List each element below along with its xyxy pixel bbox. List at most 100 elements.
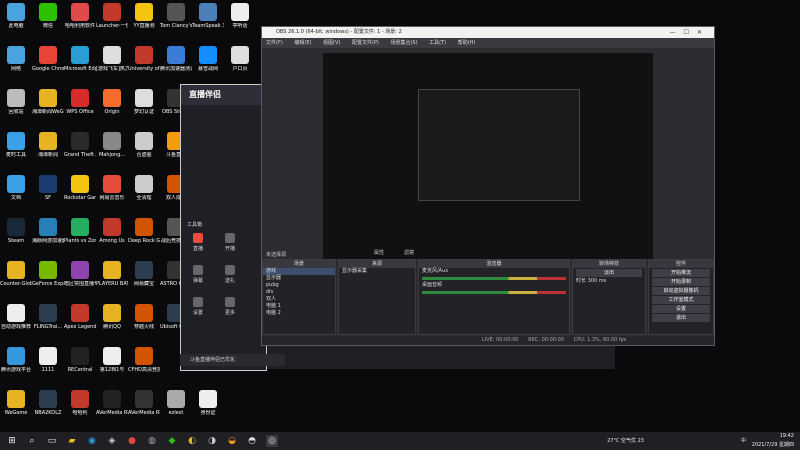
- desktop-icon[interactable]: Grand Theft Auto V: [64, 132, 96, 176]
- menu-tools[interactable]: 工具(T): [429, 40, 446, 46]
- desktop-icon[interactable]: 湘潭新闻WeGame: [32, 89, 64, 133]
- desktop-icon[interactable]: CFHD高清竞技大区: [128, 347, 160, 391]
- chrome-icon[interactable]: ●: [126, 435, 138, 447]
- obs-taskbar-icon[interactable]: ◎: [266, 435, 278, 447]
- scene-item[interactable]: 双人: [263, 296, 335, 303]
- desktop-icon[interactable]: Rockstar Games...: [64, 175, 96, 219]
- desktop-icon[interactable]: TeamSpeak 3: [192, 3, 224, 47]
- menu-file[interactable]: 文件(F): [266, 40, 283, 46]
- douyu-icon[interactable]: ◒: [226, 435, 238, 447]
- desktop-icon[interactable]: Tom Clancy's R...: [160, 3, 192, 47]
- scene-item[interactable]: 游戏: [263, 268, 335, 275]
- desktop-icon[interactable]: 梦幻认证: [128, 89, 160, 133]
- desktop-icon[interactable]: Counter-Global Off...: [0, 261, 32, 305]
- desktop-icon[interactable]: 身份证: [192, 390, 224, 434]
- desktop-icon[interactable]: YY直播测: [128, 3, 160, 47]
- ime-indicator[interactable]: 中: [741, 437, 746, 444]
- menu-view[interactable]: 视图(V): [323, 40, 340, 46]
- desktop-icon[interactable]: 哈哈利: [64, 390, 96, 434]
- desktop-icon[interactable]: WPS Office: [64, 89, 96, 133]
- desktop-icon[interactable]: 全清理: [128, 175, 160, 219]
- steam-icon[interactable]: ◍: [146, 435, 158, 447]
- assistant-item-start[interactable]: 开播: [215, 233, 245, 252]
- source-item[interactable]: 显示器采集: [339, 268, 415, 275]
- desktop-icon[interactable]: 文档: [0, 175, 32, 219]
- scene-item[interactable]: 电脑 1: [263, 303, 335, 310]
- weather-text[interactable]: 27°C 空气优 23: [607, 437, 644, 444]
- desktop-icon[interactable]: Launcher-一快速方式: [96, 3, 128, 47]
- mixer-meter[interactable]: [422, 291, 566, 294]
- menu-help[interactable]: 帮助(H): [458, 40, 476, 46]
- desktop-icon[interactable]: 网易藏宝: [128, 261, 160, 305]
- desktop-icon[interactable]: WeGame: [0, 390, 32, 434]
- date-text[interactable]: 2021/7/29 星期四: [752, 441, 794, 448]
- transition-select[interactable]: 淡出: [576, 269, 642, 277]
- desktop-icon[interactable]: Microsoft Edge: [64, 46, 96, 90]
- desktop-icon[interactable]: 1111: [32, 347, 64, 391]
- desktop-icon[interactable]: 暗区突围直播专用: [64, 261, 96, 305]
- desktop-icon[interactable]: 腾讯QQ: [96, 304, 128, 348]
- desktop-icon[interactable]: 网易云音乐: [96, 175, 128, 219]
- desktop-icon[interactable]: 回收站: [0, 89, 32, 133]
- desktop-icon[interactable]: University of Manitoba: [128, 46, 160, 90]
- exit-button[interactable]: 退出: [652, 314, 710, 322]
- task-view-icon[interactable]: ▭: [46, 435, 58, 447]
- studio-mode-button[interactable]: 工作室模式: [652, 296, 710, 304]
- mixer-meter[interactable]: [422, 277, 566, 280]
- desktop-icon[interactable]: 网络: [0, 46, 32, 90]
- desktop-icon[interactable]: RECentral: [64, 347, 96, 391]
- desktop-icon[interactable]: NBA2KOLZ: [32, 390, 64, 434]
- assistant-item-gift[interactable]: 送礼: [215, 265, 245, 284]
- scene-item[interactable]: pubg: [263, 282, 335, 289]
- scene-item[interactable]: dls: [263, 289, 335, 296]
- window-controls[interactable]: —☐✕: [670, 27, 710, 38]
- menu-edit[interactable]: 编辑(E): [294, 40, 311, 46]
- desktop-icon[interactable]: 微信: [32, 3, 64, 47]
- desktop-icon[interactable]: SF: [32, 175, 64, 219]
- desktop-icon[interactable]: PLAYERU BATTLEGR...: [96, 261, 128, 305]
- desktop-icon[interactable]: Steam: [0, 218, 32, 262]
- desktop-icon[interactable]: 湘潭新闻: [32, 132, 64, 176]
- edge-icon[interactable]: ◉: [86, 435, 98, 447]
- desktop-icon[interactable]: [游戏飞车]热力游戏: [96, 46, 128, 90]
- desktop-icon[interactable]: Origin: [96, 89, 128, 133]
- app-icon[interactable]: ◐: [186, 435, 198, 447]
- desktop-icon[interactable]: 腾讯游戏平台: [0, 347, 32, 391]
- duration-value[interactable]: 300 ms: [588, 278, 607, 284]
- assistant-chat-strip[interactable]: 斗鱼直播伴侣已优化: [180, 354, 285, 366]
- desktop-icon[interactable]: Google Chrome: [32, 46, 64, 90]
- desktop-icon[interactable]: Deep Rock Galactic: [128, 218, 160, 262]
- obs-preview[interactable]: [323, 53, 653, 267]
- desktop-icon[interactable]: 合虚图: [128, 132, 160, 176]
- settings-button[interactable]: 设置: [652, 305, 710, 313]
- desktop-icon[interactable]: 麦时工具: [0, 132, 32, 176]
- desktop-icon[interactable]: 亭听话: [224, 3, 256, 47]
- filters-button[interactable]: 滤镜: [404, 249, 414, 256]
- desktop-icon[interactable]: 哈哈利用软件: [64, 3, 96, 47]
- assistant-item-live[interactable]: 直播: [183, 233, 213, 252]
- desktop-icon[interactable]: Mahjong...: [96, 132, 128, 176]
- scene-item[interactable]: 显示器: [263, 275, 335, 282]
- desktop-icon[interactable]: 海豚网游加速器: [32, 218, 64, 262]
- desktop-icon[interactable]: Apex Legends: [64, 304, 96, 348]
- menu-profile[interactable]: 配置文件(P): [352, 40, 379, 46]
- properties-button[interactable]: 属性: [374, 249, 384, 256]
- app-icon[interactable]: ◑: [206, 435, 218, 447]
- assistant-item-danmu[interactable]: 弹幕: [183, 265, 213, 284]
- assistant-item-settings[interactable]: 设置: [183, 297, 213, 316]
- virtual-camera-button[interactable]: 启动虚拟摄像机: [652, 287, 710, 295]
- desktop-icon[interactable]: ezlest: [160, 390, 192, 434]
- scene-item[interactable]: 电脑 2: [263, 310, 335, 317]
- store-icon[interactable]: ◈: [106, 435, 118, 447]
- start-icon[interactable]: ⊞: [6, 435, 18, 447]
- app-icon[interactable]: ◓: [246, 435, 258, 447]
- desktop-icon[interactable]: FLINGTrai...: [32, 304, 64, 348]
- start-streaming-button[interactable]: 开始推流: [652, 269, 710, 277]
- wechat-icon[interactable]: ◆: [166, 435, 178, 447]
- desktop-icon[interactable]: 自动游戏推荐: [0, 304, 32, 348]
- desktop-icon[interactable]: 第12档1号: [96, 347, 128, 391]
- time-text[interactable]: 19:42: [780, 433, 794, 439]
- search-icon[interactable]: ⌕: [26, 435, 38, 447]
- file-explorer-icon[interactable]: ▰: [66, 435, 78, 447]
- desktop-icon[interactable]: 穿越火线: [128, 304, 160, 348]
